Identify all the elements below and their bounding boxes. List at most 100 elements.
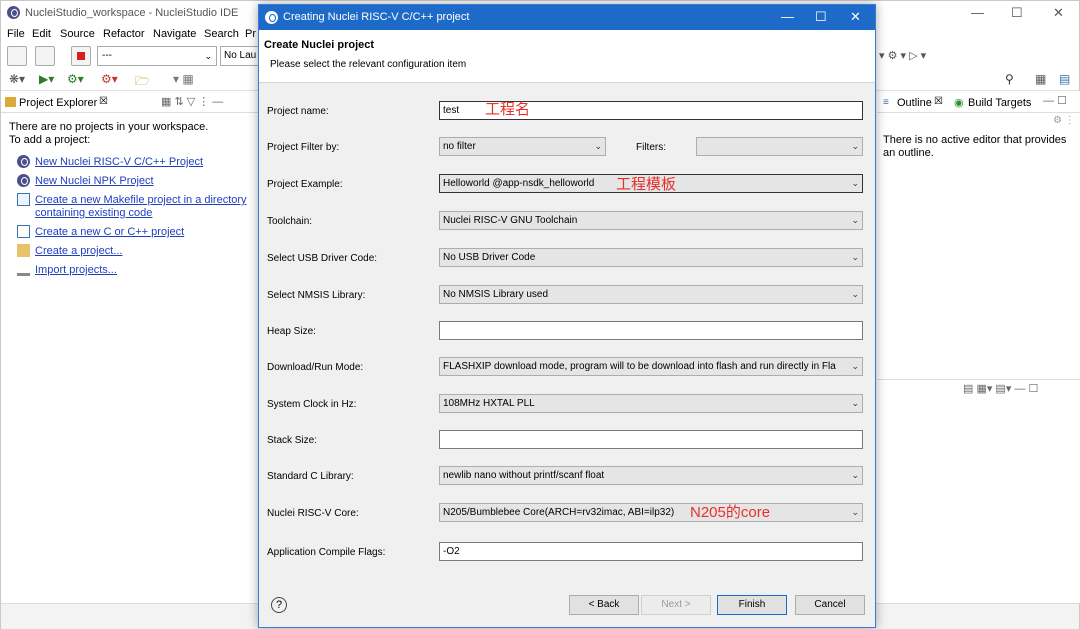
compile-flags-input[interactable]: -O2 (439, 542, 863, 561)
run-green-icon[interactable]: ▶▾ (39, 72, 54, 86)
build-targets-tab[interactable]: Build Targets (968, 97, 1031, 109)
project-example-label: Project Example: (267, 179, 343, 190)
launch-config-select[interactable]: --- ⌄ (97, 46, 217, 66)
perspective-tools-icon[interactable]: ▾ ⚙ ▾ ▷ ▾ (879, 49, 926, 62)
nmsis-value: No NMSIS Library used (443, 289, 549, 300)
new-nuclei-riscv-project-link[interactable]: New Nuclei RISC-V C/C++ Project (35, 156, 203, 169)
ide-title: NucleiStudio_workspace - NucleiStudio ID… (25, 7, 239, 19)
import-projects-link[interactable]: Import projects... (35, 264, 117, 277)
filters-select[interactable]: ⌄ (696, 137, 863, 156)
view-actions-icon[interactable]: ▤ ▦▾ ▤▾ — ☐ (963, 382, 1038, 395)
dialog-heading: Create Nuclei project (264, 39, 375, 51)
new-makefile-project-link-line2[interactable]: containing existing code (35, 207, 152, 220)
stdc-library-value: newlib nano without printf/scanf float (443, 470, 605, 481)
dialog-subheading: Please select the relevant configuration… (270, 59, 467, 70)
nmsis-select[interactable]: No NMSIS Library used ⌄ (439, 285, 863, 304)
project-explorer-tab-label: Project Explorer (19, 97, 98, 109)
chevron-down-icon: ⌄ (851, 398, 859, 408)
outline-icon: ≡ (883, 97, 889, 108)
menu-project[interactable]: Pr (245, 28, 256, 40)
outline-tab-bar: ≡ Outline ☒ ◉ Build Targets — ☐ (877, 91, 1080, 113)
dialog-footer: ? < Back Next > Finish Cancel (259, 583, 875, 627)
makefile-project-icon (17, 193, 30, 206)
run-icon[interactable] (35, 46, 55, 66)
stack-size-input[interactable] (439, 430, 863, 449)
debug-icon[interactable]: ❋▾ (9, 72, 25, 86)
nuclei-app-icon (7, 6, 20, 19)
close-icon[interactable]: ✕ (850, 9, 861, 25)
download-mode-select[interactable]: FLASHXIP download mode, program will to … (439, 357, 863, 376)
menu-source[interactable]: Source (60, 28, 95, 40)
launch-target-select[interactable]: No Lau (220, 46, 260, 66)
project-explorer-tab[interactable]: Project Explorer ☒ ▦ ⇅ ▽ ⋮ — (1, 91, 259, 113)
new-c-cpp-project-link[interactable]: Create a new C or C++ project (35, 226, 184, 239)
create-project-link[interactable]: Create a project... (35, 245, 122, 258)
ide-window-controls: — ☐ ✕ (949, 1, 1079, 25)
maximize-icon[interactable]: ☐ (1011, 5, 1023, 21)
build-hammer-icon[interactable] (7, 46, 27, 66)
new-folder-icon[interactable]: 🗁 (135, 72, 150, 93)
back-button[interactable]: < Back (569, 595, 639, 615)
cancel-button[interactable]: Cancel (795, 595, 865, 615)
menu-navigate[interactable]: Navigate (153, 28, 196, 40)
toolchain-select[interactable]: Nuclei RISC-V GNU Toolchain ⌄ (439, 211, 863, 230)
heap-size-label: Heap Size: (267, 326, 316, 337)
help-icon[interactable]: ? (271, 597, 287, 613)
external-tools-icon[interactable]: ⚙▾ (67, 72, 84, 86)
chevron-down-icon: ⌄ (204, 51, 212, 61)
search-icon[interactable]: ⚲ (1005, 72, 1014, 86)
minimize-icon[interactable]: — (781, 9, 794, 24)
empty-workspace-text: There are no projects in your workspace. (9, 121, 209, 133)
chevron-down-icon: ⌄ (851, 141, 859, 151)
outline-toolbar-icon[interactable]: ⚙ ⋮ (1053, 115, 1075, 126)
lower-view-toolbar: ▤ ▦▾ ▤▾ — ☐ (877, 379, 1080, 399)
menu-file[interactable]: File (7, 28, 25, 40)
c-project-icon (17, 225, 30, 238)
filters-label: Filters: (636, 142, 666, 153)
close-tab-icon[interactable]: ☒ (99, 96, 108, 107)
menu-search[interactable]: Search (204, 28, 239, 40)
close-icon[interactable]: ✕ (1053, 5, 1064, 21)
chevron-down-icon: ⌄ (594, 141, 602, 151)
usb-driver-select[interactable]: No USB Driver Code ⌄ (439, 248, 863, 267)
compile-flags-label: Application Compile Flags: (267, 547, 386, 558)
stdc-library-label: Standard C Library: (267, 471, 354, 482)
menu-edit[interactable]: Edit (32, 28, 51, 40)
minimize-view-icon[interactable]: — ☐ (1043, 94, 1067, 107)
profile-icon[interactable]: ⚙▾ (101, 72, 118, 86)
new-makefile-project-link[interactable]: Create a new Makefile project in a direc… (35, 194, 247, 207)
import-icon (17, 263, 30, 276)
system-clock-value: 108MHz HXTAL PLL (443, 398, 535, 409)
outline-tab[interactable]: Outline (897, 97, 932, 109)
nuclei-npk-icon (17, 174, 30, 187)
outline-empty-message: There is no active editor that provides … (883, 134, 1067, 159)
maximize-icon[interactable]: ☐ (815, 9, 827, 25)
close-tab-icon[interactable]: ☒ (934, 96, 943, 107)
menu-refactor[interactable]: Refactor (103, 28, 145, 40)
system-clock-select[interactable]: 108MHz HXTAL PLL ⌄ (439, 394, 863, 413)
build-targets-icon: ◉ (954, 97, 964, 109)
chevron-down-icon: ⌄ (851, 215, 859, 225)
chevron-down-icon: ⌄ (851, 289, 859, 299)
project-filter-label: Project Filter by: (267, 142, 340, 153)
project-example-value: Helloworld @app-nsdk_helloworld (443, 178, 595, 189)
chevron-down-icon: ⌄ (851, 507, 859, 517)
stdc-library-select[interactable]: newlib nano without printf/scanf float ⌄ (439, 466, 863, 485)
chevron-down-icon: ⌄ (851, 178, 859, 188)
c-perspective-icon[interactable]: ▤ (1059, 72, 1070, 86)
system-clock-label: System Clock in Hz: (267, 399, 357, 410)
stack-size-label: Stack Size: (267, 435, 318, 446)
new-project-dialog: Creating Nuclei RISC-V C/C++ project — ☐… (258, 4, 876, 628)
misc-tools-icon[interactable]: ▾ ▦ (173, 72, 194, 86)
perspective-icon[interactable]: ▦ (1035, 72, 1046, 86)
heap-size-input[interactable] (439, 321, 863, 340)
dialog-title: Creating Nuclei RISC-V C/C++ project (283, 11, 470, 23)
minimize-icon[interactable]: — (971, 5, 984, 20)
stop-icon[interactable] (71, 46, 91, 66)
finish-button[interactable]: Finish (717, 595, 787, 615)
next-button[interactable]: Next > (641, 595, 711, 615)
view-toolbar-icon[interactable]: ▦ ⇅ ▽ ⋮ — (161, 95, 223, 108)
project-filter-select[interactable]: no filter ⌄ (439, 137, 606, 156)
riscv-core-select[interactable]: N205/Bumblebee Core(ARCH=rv32imac, ABI=i… (439, 503, 863, 522)
new-nuclei-npk-project-link[interactable]: New Nuclei NPK Project (35, 175, 154, 188)
